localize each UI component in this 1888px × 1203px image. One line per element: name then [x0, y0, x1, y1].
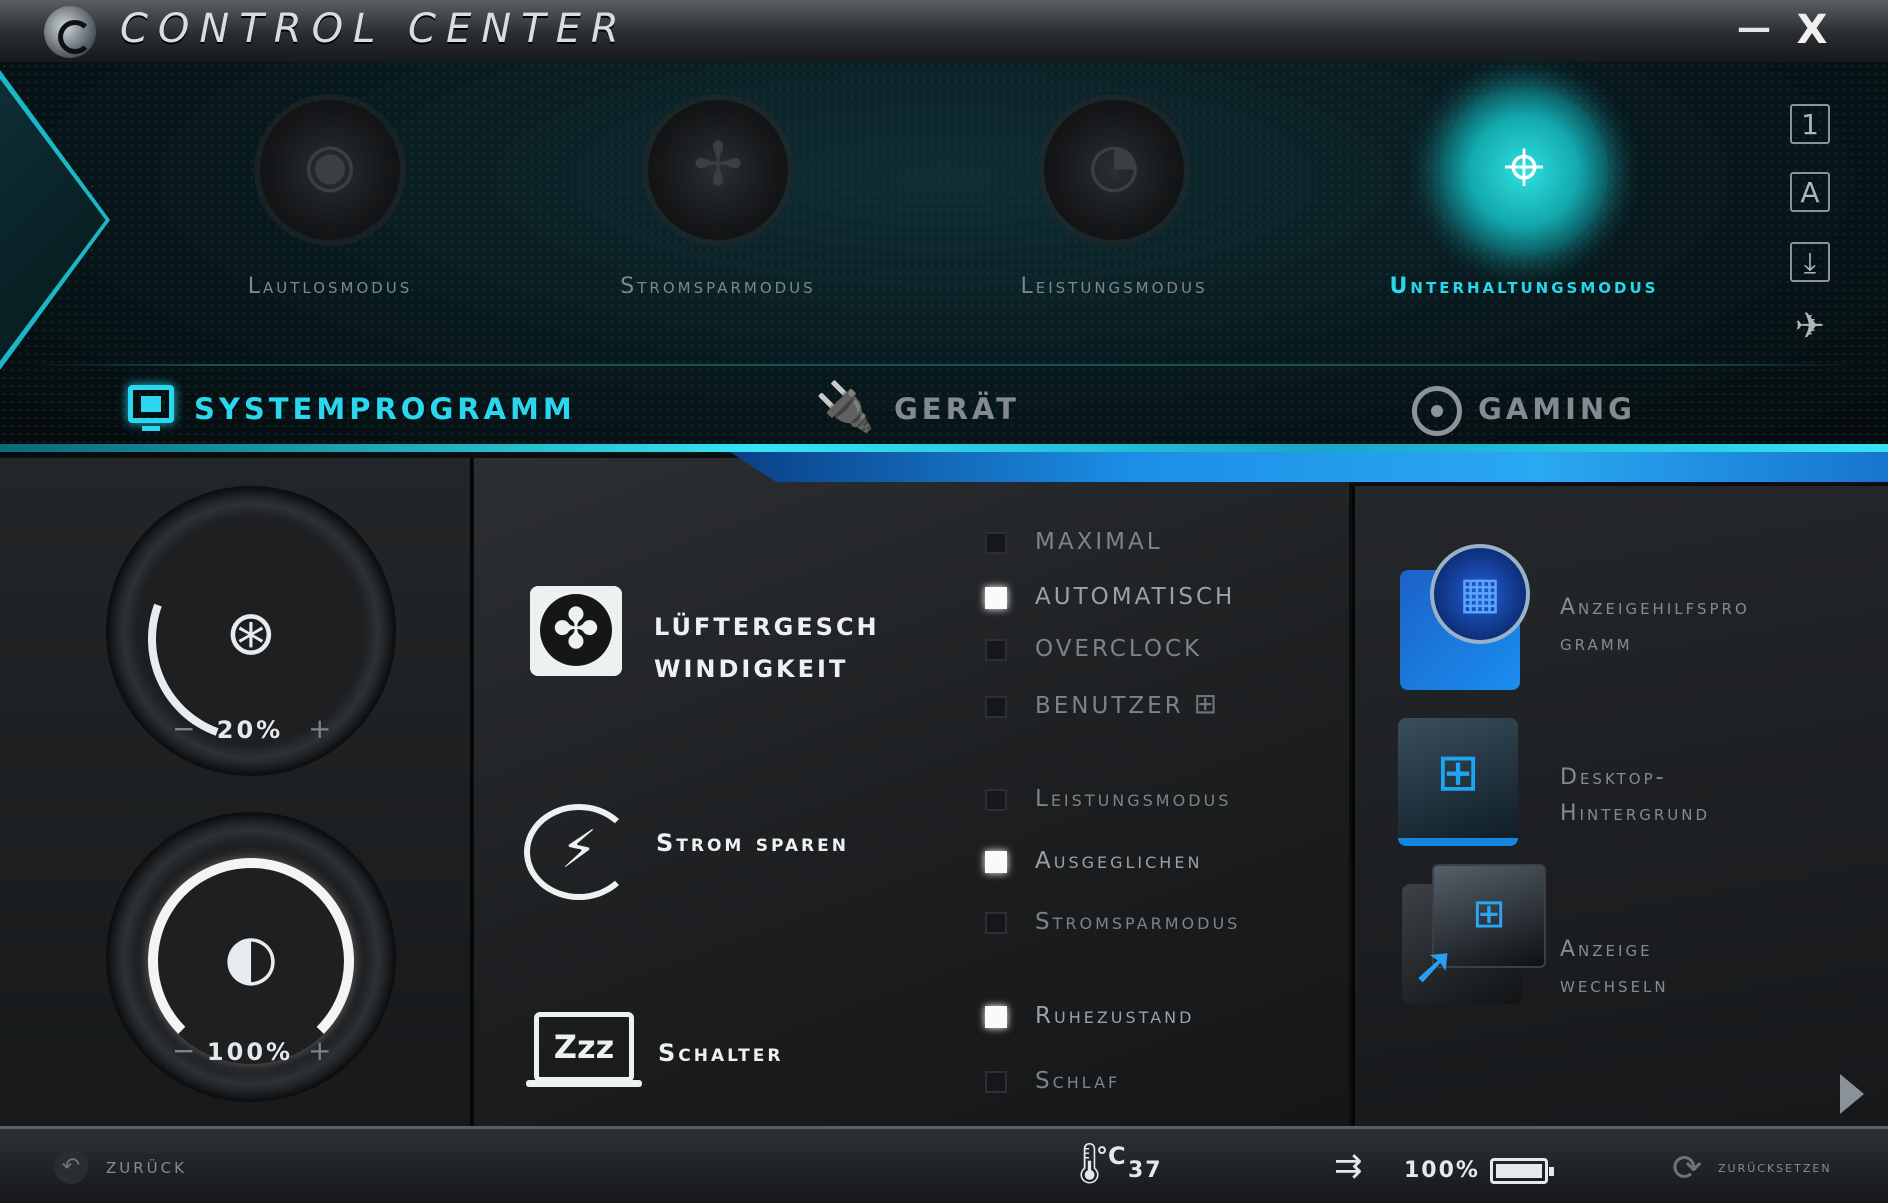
close-button[interactable]: X	[1790, 8, 1834, 52]
option-ruhezustand[interactable]: Ruhezustand	[985, 998, 1194, 1034]
brightness-icon: ◐	[223, 920, 279, 993]
reset-icon[interactable]: ⟳	[1672, 1148, 1702, 1189]
blue-band-decoration	[730, 452, 1888, 482]
user-settings-icon[interactable]: ⊞	[1194, 686, 1220, 722]
mode-performance[interactable]: ◔ Leistungsmodus	[944, 100, 1284, 340]
footer-bar	[0, 1126, 1888, 1203]
back-button[interactable]: zurück	[106, 1154, 187, 1179]
checkbox-checked[interactable]	[985, 1005, 1007, 1028]
plug-icon: 🔌	[815, 379, 875, 435]
laptop-base-icon	[526, 1080, 642, 1087]
banner-divider	[30, 364, 1860, 366]
tab-label: GAMING	[1478, 392, 1636, 426]
option-label: Ruhezustand	[1035, 1003, 1195, 1029]
option-label: BENUTZER	[1035, 693, 1184, 719]
option-automatisch[interactable]: AUTOMATISCH	[985, 579, 1235, 615]
power-save-icon: ⚡	[524, 804, 634, 900]
mode-label: Stromsparmodus	[620, 274, 816, 299]
tab-label: SYSTEMPROGRAMM	[194, 392, 576, 426]
accent-strip	[0, 444, 1888, 452]
option-schlaf[interactable]: Schlaf	[985, 1063, 1120, 1099]
display-utility-icon[interactable]: ▦	[1400, 544, 1530, 690]
display-utility-label-line2: gramm	[1560, 631, 1633, 656]
checkbox[interactable]	[985, 531, 1007, 554]
desktop-wallpaper-label[interactable]: Desktop- Hintergrund	[1560, 760, 1860, 832]
switch-display-label[interactable]: Anzeige wechseln	[1560, 932, 1860, 1004]
checkbox[interactable]	[985, 695, 1007, 718]
fan-speed-label-line2: WINDIGKEIT	[654, 655, 849, 683]
option-overclock[interactable]: OVERCLOCK	[985, 631, 1202, 667]
steering-wheel-icon	[1412, 386, 1462, 436]
crosshair-icon: ⌖	[1439, 86, 1609, 256]
app-logo-icon	[44, 6, 96, 58]
battery-icon	[1490, 1158, 1554, 1184]
display-utility-label-line1: Anzeigehilfspro	[1560, 595, 1750, 620]
mode-powersave[interactable]: ✢ Stromsparmodus	[548, 100, 888, 340]
app-title: CONTROL CENTER	[120, 6, 629, 52]
brightness-plus-button[interactable]: +	[308, 1034, 331, 1067]
option-label: Ausgeglichen	[1035, 848, 1203, 874]
fan-speed-label-line1: LÜFTERGESCH	[654, 613, 880, 641]
gauge-icon: ◔	[1044, 100, 1184, 240]
option-stromsparmodus[interactable]: Stromsparmodus	[985, 904, 1240, 940]
switch-display-arrow-icon: ➚	[1412, 936, 1456, 996]
fan-icon: ✢	[648, 100, 788, 240]
option-leistungsmodus[interactable]: Leistungsmodus	[985, 781, 1231, 817]
checkbox[interactable]	[985, 788, 1007, 811]
power-save-label: Strom sparen	[656, 829, 849, 857]
monitor-stand-icon	[142, 426, 160, 431]
mode-label: Lautlosmodus	[247, 274, 413, 299]
option-label: MAXIMAL	[1035, 529, 1163, 555]
airplane-icon[interactable]: ✈	[1790, 308, 1830, 348]
minimize-button[interactable]: —	[1734, 10, 1774, 50]
scroll-lock-icon[interactable]: ⤓	[1790, 242, 1830, 282]
keyboard-backlight-icon: ⊛	[225, 596, 277, 669]
mode-entertainment[interactable]: ⌖ Unterhaltungsmodus	[1354, 86, 1694, 340]
temperature-value: 37	[1128, 1158, 1163, 1183]
tab-label: GERÄT	[894, 392, 1020, 426]
mode-silent[interactable]: ◉ Lautlosmodus	[160, 100, 500, 340]
monitor-icon	[128, 385, 174, 423]
keyboard-backlight-plus-button[interactable]: +	[308, 712, 331, 745]
checkbox-checked[interactable]	[985, 850, 1007, 873]
desktop-wallpaper-label-line2: Hintergrund	[1560, 801, 1711, 826]
reset-button[interactable]: zurücksetzen	[1718, 1158, 1832, 1176]
mode-label: Unterhaltungsmodus	[1389, 274, 1659, 299]
option-label: Schlaf	[1035, 1068, 1121, 1094]
switch-display-label-line1: Anzeige	[1560, 937, 1653, 962]
desktop-wallpaper-label-line1: Desktop-	[1560, 765, 1667, 790]
temperature-unit: °C	[1096, 1142, 1126, 1170]
option-maximal[interactable]: MAXIMAL	[985, 524, 1163, 560]
fan-speed-icon: ✤	[530, 586, 622, 676]
mode-label: Leistungsmodus	[1020, 274, 1208, 299]
checkbox[interactable]	[985, 911, 1007, 934]
battery-value: 100%	[1404, 1158, 1480, 1183]
option-ausgeglichen[interactable]: Ausgeglichen	[985, 843, 1202, 879]
num-lock-icon[interactable]: 1	[1790, 104, 1830, 144]
back-arrow-icon[interactable]: ↶	[54, 1150, 88, 1184]
display-utility-label[interactable]: Anzeigehilfspro gramm	[1560, 590, 1860, 662]
checkbox-checked[interactable]	[985, 586, 1007, 609]
next-page-arrow-icon[interactable]	[1840, 1074, 1864, 1114]
fan-speed-label: LÜFTERGESCH WINDIGKEIT	[654, 606, 924, 690]
switch-display-label-line2: wechseln	[1560, 973, 1669, 998]
desktop-wallpaper-icon[interactable]: ⊞	[1398, 718, 1518, 846]
speaker-icon: ◉	[260, 100, 400, 240]
option-label: OVERCLOCK	[1035, 636, 1203, 662]
sleep-laptop-icon: Zzz	[534, 1012, 634, 1082]
checkbox[interactable]	[985, 1070, 1007, 1093]
option-label: AUTOMATISCH	[1035, 584, 1236, 610]
option-label: Leistungsmodus	[1035, 786, 1232, 812]
ac-plug-icon: ⇉	[1334, 1146, 1363, 1186]
option-benutzer[interactable]: BENUTZER ⊞	[985, 686, 1220, 722]
option-label: Stromsparmodus	[1035, 909, 1241, 935]
checkbox[interactable]	[985, 638, 1007, 661]
caps-lock-icon[interactable]: A	[1790, 172, 1830, 212]
switch-label: Schalter	[658, 1039, 784, 1067]
